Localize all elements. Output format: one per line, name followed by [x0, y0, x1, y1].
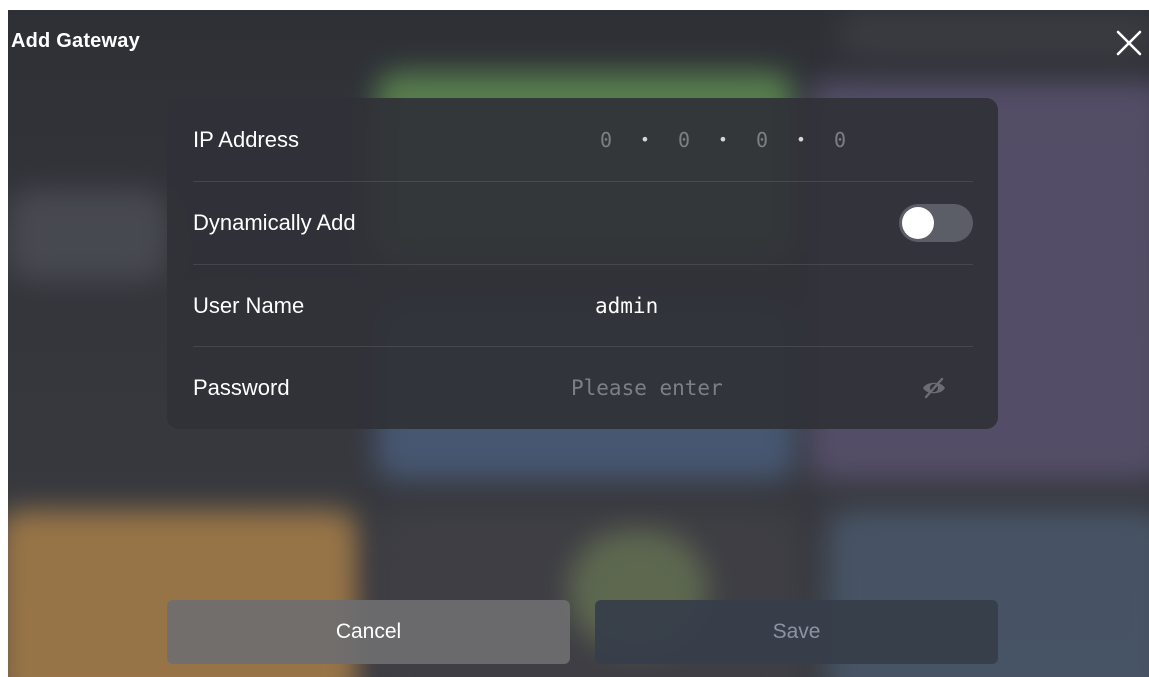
background-tile — [838, 10, 1149, 60]
dynamic-add-toggle[interactable] — [899, 203, 973, 242]
save-button[interactable]: Save — [595, 600, 998, 664]
dialog-title: Add Gateway — [11, 30, 140, 52]
user-name-row: User Name admin — [193, 264, 973, 347]
toggle-knob — [902, 206, 934, 239]
close-button[interactable] — [1114, 28, 1144, 58]
password-row: Password — [193, 346, 973, 429]
gateway-form-card: IP Address 0 • 0 • 0 • 0 Dynamically Add… — [167, 98, 998, 429]
ip-address-label: IP Address — [193, 126, 299, 152]
close-icon — [1116, 30, 1142, 56]
eye-off-icon — [923, 377, 945, 398]
cancel-button[interactable]: Cancel — [167, 600, 570, 664]
ip-octet-4[interactable]: 0 — [829, 128, 851, 152]
ip-address-row: IP Address 0 • 0 • 0 • 0 — [193, 98, 973, 181]
user-name-field[interactable]: admin — [595, 294, 658, 318]
password-label: Password — [193, 374, 290, 400]
dynamic-add-row: Dynamically Add — [193, 181, 973, 264]
modal-screen: Add Gateway IP Address 0 • 0 • 0 • 0 Dyn… — [8, 10, 1149, 677]
ip-address-input[interactable]: 0 • 0 • 0 • 0 — [595, 128, 851, 152]
ip-separator: • — [796, 130, 806, 149]
ip-separator: • — [718, 130, 728, 149]
ip-separator: • — [640, 130, 650, 149]
ip-octet-2[interactable]: 0 — [673, 128, 695, 152]
ip-octet-1[interactable]: 0 — [595, 128, 617, 152]
background-tile — [8, 190, 168, 280]
password-field[interactable] — [569, 368, 893, 407]
password-visibility-toggle[interactable] — [921, 375, 947, 401]
ip-octet-3[interactable]: 0 — [751, 128, 773, 152]
dynamic-add-label: Dynamically Add — [193, 209, 356, 235]
user-name-label: User Name — [193, 292, 305, 318]
